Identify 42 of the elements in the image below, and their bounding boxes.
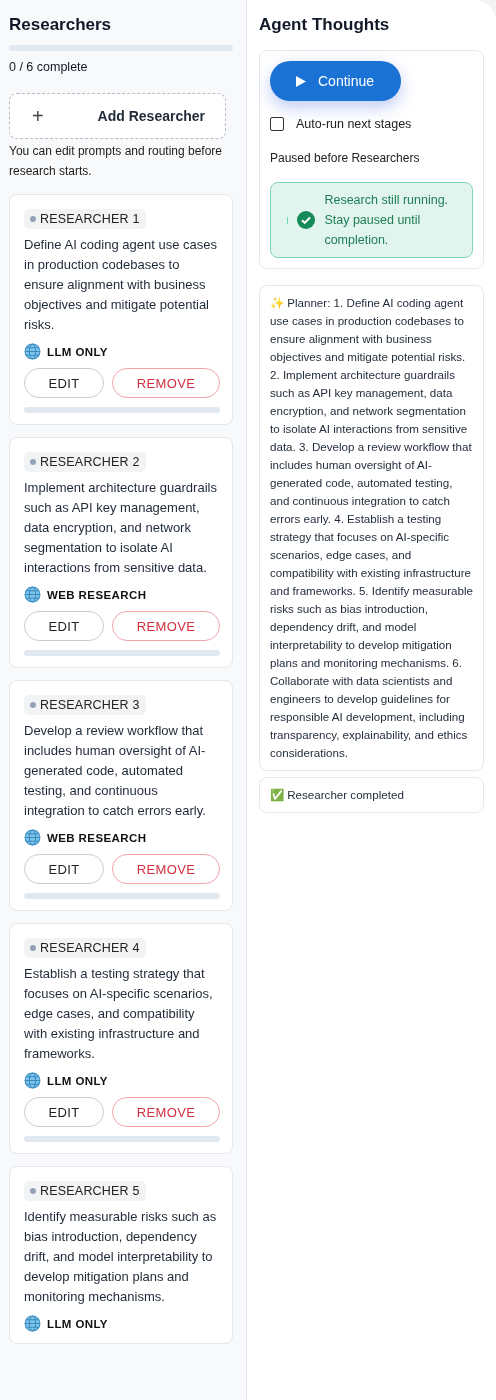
mode-label: LLM ONLY [47, 1074, 108, 1087]
researcher-prompt: Develop a review workflow that includes human oversight of AI-generated code, automated testing, and continuous integration to catch errors early. [24, 722, 207, 820]
hint-text: You can edit prompts and routing before research starts. [9, 143, 224, 180]
notice-text: Research still running. Stay paused until completion. [324, 192, 450, 249]
remove-button[interactable]: REMOVE [112, 368, 220, 398]
continue-button[interactable]: Continue [270, 61, 401, 101]
researcher-badge: RESEARCHER 1 [24, 209, 146, 229]
globe-icon [24, 1315, 41, 1332]
researcher-prompt: Identify measurable risks such as bias introduction, dependency drift, and model interpretability to develop mitigation plans and monitoring mechanisms. [24, 1208, 218, 1306]
globe-icon [24, 1072, 41, 1089]
researcher-badge: RESEARCHER 2 [24, 452, 146, 472]
researcher-prompt: Define AI coding agent use cases in production codebases to ensure alignment with business objectives and mitigate potential risks. [24, 236, 218, 334]
edit-button[interactable]: EDIT [24, 368, 105, 398]
edit-button[interactable]: EDIT [24, 854, 105, 884]
mode-label: WEB RESEARCH [47, 588, 147, 601]
researcher-badge: RESEARCHER 3 [24, 695, 146, 715]
mode-label: LLM ONLY [47, 345, 108, 358]
remove-button[interactable]: REMOVE [112, 1097, 220, 1127]
researcher-prompt: Implement architecture guardrails such as API key management, data encryption, and network segmentation to isolate AI interactions from sensitive data. [24, 479, 218, 577]
auto-run-checkbox[interactable] [270, 117, 284, 131]
mode-label: WEB RESEARCH [47, 831, 147, 844]
thought-message: ✅ Researcher completed [259, 777, 484, 813]
researcher-badge: RESEARCHER 4 [24, 938, 146, 958]
researcher-prompt: Establish a testing strategy that focuses on AI-specific scenarios, edge cases, and compatibility with existing infrastructure and frameworks. [24, 965, 214, 1063]
status-text: Paused before Researchers [270, 151, 421, 165]
globe-icon [24, 829, 41, 846]
researcher-badge: RESEARCHER 5 [24, 1181, 146, 1201]
check-circle-icon [297, 211, 316, 229]
auto-run-label: Auto-run next stages [296, 117, 412, 131]
panel-title: Agent Thoughts [259, 14, 391, 36]
edit-button[interactable]: EDIT [24, 1097, 105, 1127]
thought-message: ✨ Planner: 1. Define AI coding agent use cases in production codebases to ensure alignment with business objectives and mitigate potential risks. 2. Implement architecture guardrails such as API key management, data encryption, and network segmentation to isolate AI interactions from sensitive data. 3. Develop a review workflow that includes human oversight of AI-generated code, automated testing, and continuous integration to catch errors early. 4. Establish a testing strategy that focuses on AI-specific scenarios, edge cases, and compatibility with existing infrastructure and frameworks. 5. Identify measurable risks such as bias introduction, dependency drift, and model interpretability to develop mitigation plans and monitoring mechanisms. 6. Collaborate with data scientists and engineers to develop guidelines for responsible AI development, including transparency, explainability, and ethics considerations. [259, 285, 484, 771]
play-icon [296, 75, 306, 87]
globe-icon [24, 343, 41, 360]
panel-title: Researchers [9, 14, 113, 36]
remove-button[interactable]: REMOVE [112, 611, 220, 641]
progress-text: 0 / 6 complete [9, 60, 89, 74]
mode-label: LLM ONLY [47, 1317, 108, 1330]
edit-button[interactable]: EDIT [24, 611, 105, 641]
remove-button[interactable]: REMOVE [112, 854, 220, 884]
add-researcher-button[interactable]: + Add Researcher [9, 93, 226, 139]
globe-icon [24, 586, 41, 603]
